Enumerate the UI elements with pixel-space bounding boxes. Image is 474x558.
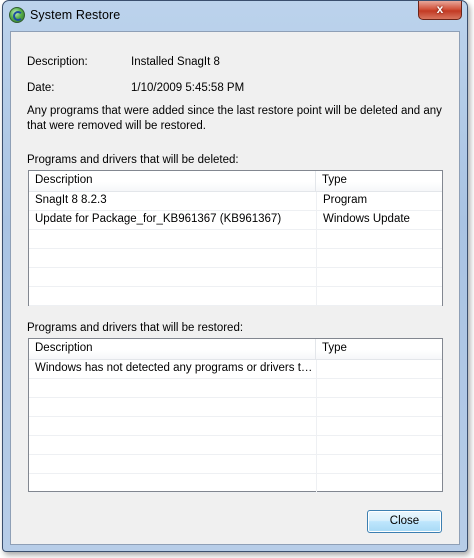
- column-header-description[interactable]: Description: [29, 339, 316, 359]
- row-description: [35, 455, 313, 473]
- table-row[interactable]: [29, 474, 442, 493]
- dialog-body: Description: Installed SnagIt 8 Date: 1/…: [10, 31, 460, 545]
- row-description: Update for Package_for_KB961367 (KB96136…: [35, 213, 282, 225]
- row-type: [323, 287, 441, 305]
- column-divider: [316, 360, 317, 378]
- row-type: [323, 398, 441, 416]
- column-header-description[interactable]: Description: [29, 171, 316, 191]
- description-value: Installed SnagIt 8: [131, 56, 220, 68]
- close-button[interactable]: Close: [367, 510, 442, 533]
- column-header-type[interactable]: Type: [316, 171, 442, 191]
- column-divider: [316, 287, 317, 305]
- system-restore-icon: [9, 7, 25, 23]
- table-row[interactable]: [29, 436, 442, 455]
- date-value: 1/10/2009 5:45:58 PM: [131, 82, 245, 94]
- row-description: [35, 436, 313, 454]
- table-row[interactable]: [29, 417, 442, 436]
- restored-programs-list[interactable]: Description Type Windows has not detecte…: [28, 338, 443, 493]
- row-type: [323, 249, 441, 267]
- row-type: [323, 360, 441, 378]
- table-row[interactable]: [29, 268, 442, 287]
- table-row[interactable]: [29, 287, 442, 306]
- row-description: [35, 474, 313, 492]
- title-bar[interactable]: System Restore x: [3, 1, 467, 31]
- table-row[interactable]: SnagIt 8 8.2.3 Program: [29, 192, 442, 211]
- row-type: [323, 474, 441, 492]
- list-header: Description Type: [29, 339, 442, 360]
- table-row[interactable]: [29, 249, 442, 268]
- column-divider: [316, 249, 317, 267]
- row-type: [323, 379, 441, 397]
- row-type: [323, 455, 441, 473]
- table-row[interactable]: Update for Package_for_KB961367 (KB96136…: [29, 211, 442, 230]
- row-description: Windows has not detected any programs or…: [35, 362, 313, 374]
- column-divider: [316, 379, 317, 397]
- restore-info-text: Any programs that were added since the l…: [27, 105, 442, 132]
- close-window-icon[interactable]: x: [418, 1, 462, 20]
- row-description: [35, 398, 313, 416]
- description-label: Description:: [27, 56, 88, 68]
- row-description: [35, 230, 313, 248]
- row-type: Windows Update: [323, 213, 410, 225]
- row-description: [35, 268, 313, 286]
- row-type: [323, 436, 441, 454]
- restored-section-title: Programs and drivers that will be restor…: [27, 322, 244, 334]
- column-divider: [316, 398, 317, 416]
- system-restore-window: System Restore x Description: Installed …: [2, 0, 468, 552]
- column-divider: [316, 436, 317, 454]
- window-title: System Restore: [30, 8, 121, 22]
- row-type: [323, 417, 441, 435]
- column-divider: [316, 211, 317, 229]
- table-row[interactable]: [29, 230, 442, 249]
- column-header-type[interactable]: Type: [316, 339, 442, 359]
- deleted-programs-list[interactable]: Description Type SnagIt 8 8.2.3 Program Up…: [28, 170, 443, 306]
- list-header: Description Type: [29, 171, 442, 192]
- row-description: SnagIt 8 8.2.3: [35, 194, 107, 206]
- table-row[interactable]: [29, 379, 442, 398]
- row-description: [35, 417, 313, 435]
- row-description: [35, 287, 313, 305]
- column-divider: [316, 417, 317, 435]
- table-row[interactable]: [29, 455, 442, 474]
- column-divider: [316, 474, 317, 492]
- column-divider: [316, 230, 317, 248]
- deleted-section-title: Programs and drivers that will be delete…: [27, 154, 239, 166]
- date-label: Date:: [27, 82, 55, 94]
- row-type: [323, 268, 441, 286]
- column-divider: [316, 455, 317, 473]
- row-type: [323, 230, 441, 248]
- table-row[interactable]: [29, 398, 442, 417]
- row-type: Program: [323, 194, 368, 206]
- row-description: [35, 249, 313, 267]
- row-description: [35, 379, 313, 397]
- column-divider: [316, 192, 317, 210]
- column-divider: [316, 268, 317, 286]
- table-row[interactable]: Windows has not detected any programs or…: [29, 360, 442, 379]
